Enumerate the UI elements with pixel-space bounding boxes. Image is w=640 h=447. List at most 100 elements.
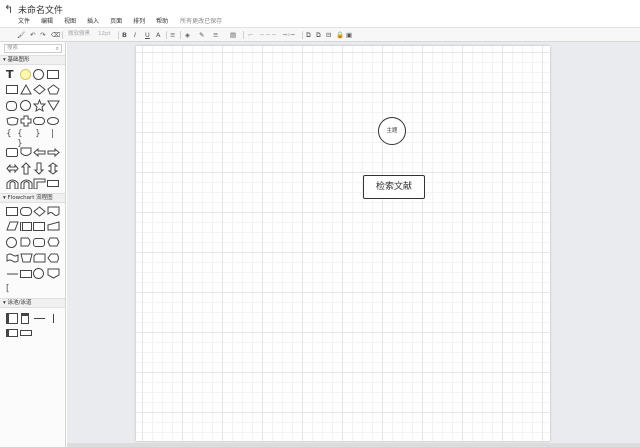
- flat-rectangle-shape[interactable]: [47, 180, 59, 187]
- menu-view[interactable]: 视图: [64, 16, 76, 25]
- lock-icon[interactable]: 🔒: [336, 30, 344, 40]
- vertical-separator-shape[interactable]: [47, 313, 60, 324]
- connector-shape[interactable]: [6, 237, 17, 248]
- diagram-page[interactable]: 主题 检索文献: [136, 46, 550, 441]
- manual-operation-shape[interactable]: [20, 253, 33, 263]
- off-page-shape[interactable]: [47, 268, 60, 279]
- rounded-square-shape[interactable]: [6, 101, 17, 111]
- delay-shape[interactable]: [20, 237, 33, 247]
- stored-data-shape[interactable]: [20, 270, 32, 278]
- horizontal-scrollbar[interactable]: [67, 443, 640, 447]
- arrow-down-shape[interactable]: [34, 162, 44, 175]
- alternate-process-shape[interactable]: [33, 238, 45, 247]
- canvas-area[interactable]: 主题 检索文献: [67, 42, 640, 447]
- bracket-left-shape[interactable]: {: [6, 129, 12, 139]
- clear-format-icon[interactable]: ⌫: [51, 30, 60, 40]
- arrow-up-shape[interactable]: [21, 162, 31, 175]
- vertical-line-shape[interactable]: |: [51, 129, 54, 139]
- vertical-pool-shape[interactable]: [6, 313, 18, 324]
- font-color-button[interactable]: A: [156, 30, 160, 40]
- search-literature-node[interactable]: 检索文献: [363, 175, 425, 199]
- menu-help[interactable]: 帮助: [156, 16, 168, 25]
- fill-color-icon[interactable]: ◈: [185, 30, 190, 40]
- or-shape[interactable]: [33, 268, 44, 279]
- bold-button[interactable]: B: [122, 30, 127, 40]
- document-title[interactable]: 未命名文件: [18, 3, 63, 16]
- font-family-select[interactable]: 微软雅黑: [66, 30, 94, 40]
- menu-edit[interactable]: 编辑: [41, 16, 53, 25]
- line-width-icon[interactable]: ≡: [213, 30, 218, 40]
- arch-shape[interactable]: [20, 178, 33, 189]
- corner-shape[interactable]: [33, 178, 46, 189]
- horizontal-separator-shape[interactable]: [33, 313, 46, 324]
- manual-input-shape[interactable]: [47, 221, 60, 231]
- connector-style-icon[interactable]: ⌐: [248, 30, 253, 40]
- section-basic-shapes[interactable]: ▾ 基础图形: [0, 55, 65, 65]
- ellipse-shape[interactable]: [20, 100, 31, 111]
- horizontal-lane-shape[interactable]: [20, 330, 32, 336]
- italic-button[interactable]: I: [134, 30, 136, 40]
- text-align-icon[interactable]: ≡: [170, 30, 175, 40]
- oval-shape[interactable]: [47, 117, 59, 125]
- cloud-shape[interactable]: [6, 116, 19, 126]
- group-icon[interactable]: ▣: [346, 30, 352, 40]
- text-shape[interactable]: T: [6, 68, 14, 81]
- pentagon-shape[interactable]: [47, 84, 60, 95]
- redo-icon[interactable]: ↷: [40, 30, 45, 40]
- shape-search-input[interactable]: 搜索 ⌕: [4, 44, 62, 53]
- menu-file[interactable]: 文件: [18, 16, 30, 25]
- punched-tape-shape[interactable]: [6, 253, 19, 263]
- vertical-lane-shape[interactable]: [21, 313, 29, 324]
- triangle-shape[interactable]: [20, 84, 32, 95]
- undo-icon[interactable]: ↶: [30, 30, 35, 40]
- capsule-shape[interactable]: [33, 117, 45, 125]
- decision-shape[interactable]: [33, 206, 46, 217]
- format-painter-icon[interactable]: 🖌: [17, 30, 25, 40]
- back-arrow-icon[interactable]: ↰: [4, 3, 13, 16]
- card-shape[interactable]: [6, 148, 18, 157]
- menu-insert[interactable]: 插入: [87, 16, 99, 25]
- inverted-triangle-shape[interactable]: [47, 100, 60, 111]
- underline-button[interactable]: U: [145, 30, 150, 40]
- horizontal-pool-shape[interactable]: [6, 329, 18, 337]
- section-flowchart[interactable]: ▾ Flowchart 流程图: [0, 193, 65, 203]
- predefined-process-shape[interactable]: [20, 222, 32, 231]
- annotation-shape[interactable]: [6, 269, 19, 279]
- note-shape[interactable]: [20, 69, 31, 80]
- line-dash-icon[interactable]: ▤: [230, 30, 236, 40]
- font-size-select[interactable]: 12pt: [96, 30, 116, 40]
- align-icon[interactable]: ⊟: [326, 30, 331, 40]
- arrow-updown-shape[interactable]: [48, 162, 58, 175]
- rectangle-shape[interactable]: [47, 70, 59, 79]
- topic-circle-node[interactable]: 主题: [378, 117, 406, 145]
- bracket-annotation-shape[interactable]: [: [6, 284, 10, 294]
- shield-shape[interactable]: [20, 147, 32, 158]
- menu-arrange[interactable]: 排列: [133, 16, 145, 25]
- line-style-select[interactable]: ─ ─ ─: [260, 30, 276, 40]
- arrow-style-icon[interactable]: ─◦─: [283, 30, 295, 40]
- terminator-shape[interactable]: [20, 207, 32, 216]
- display-shape[interactable]: [47, 253, 60, 263]
- square-shape[interactable]: [6, 85, 18, 94]
- section-swimlane[interactable]: ▾ 泳池/泳道: [0, 298, 65, 308]
- preparation-shape[interactable]: [47, 237, 60, 247]
- diamond-shape[interactable]: [33, 84, 46, 95]
- menu-page[interactable]: 页面: [110, 16, 122, 25]
- u-turn-shape[interactable]: [6, 178, 19, 189]
- circle-shape[interactable]: [33, 69, 44, 80]
- send-back-icon[interactable]: ⧉: [316, 30, 321, 40]
- star-shape[interactable]: [33, 99, 46, 112]
- cross-shape[interactable]: [20, 115, 32, 127]
- search-icon[interactable]: ⌕: [56, 45, 59, 52]
- double-arrow-shape[interactable]: [6, 164, 19, 173]
- document-shape[interactable]: [47, 206, 60, 217]
- process-shape[interactable]: [6, 207, 18, 216]
- internal-storage-shape[interactable]: [33, 222, 45, 231]
- bracket-pair-shape[interactable]: { }: [17, 129, 23, 149]
- card-flow-shape[interactable]: [33, 253, 46, 263]
- arrow-left-shape[interactable]: [33, 148, 46, 157]
- data-shape[interactable]: [6, 221, 19, 231]
- bracket-right-shape[interactable]: }: [35, 129, 41, 139]
- bring-front-icon[interactable]: ⧉: [306, 30, 311, 40]
- line-color-icon[interactable]: ✎: [199, 30, 204, 40]
